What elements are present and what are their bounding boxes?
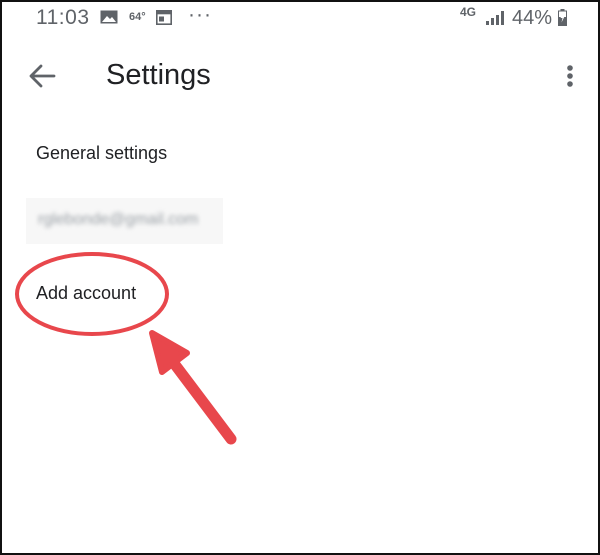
status-battery-percent: 44%: [512, 7, 553, 29]
arrow-back-icon: [29, 64, 56, 88]
settings-item-add-account[interactable]: Add account: [2, 268, 598, 320]
status-time: 11:03: [36, 6, 90, 29]
pointer-arrow-shaft: [164, 352, 237, 445]
status-temperature: 64°: [129, 11, 146, 23]
battery-charging-icon: [558, 9, 567, 26]
status-network: 4G: [460, 5, 477, 19]
more-vert-icon: [567, 65, 573, 87]
app-bar: Settings: [2, 42, 598, 112]
settings-item-label: General settings: [36, 143, 168, 163]
page-title: Settings: [106, 59, 211, 91]
status-more-notifications: ···: [188, 3, 212, 26]
settings-item-account[interactable]: rglebonde@gmail.com: [2, 192, 598, 252]
pointer-arrow-head: [149, 330, 190, 375]
calendar-icon: [156, 10, 172, 25]
phone-screen: 11:03 64° ··· 4G 44% Settings General se…: [0, 0, 600, 555]
signal-icon: [486, 11, 504, 25]
more-options-button[interactable]: [558, 58, 582, 94]
settings-item-general[interactable]: General settings: [2, 130, 598, 178]
status-bar: 11:03 64° ··· 4G 44%: [2, 2, 598, 38]
account-email: rglebonde@gmail.com: [38, 211, 199, 228]
settings-item-label: Add account: [36, 283, 137, 303]
photo-icon: [100, 10, 118, 24]
back-button[interactable]: [24, 58, 60, 94]
